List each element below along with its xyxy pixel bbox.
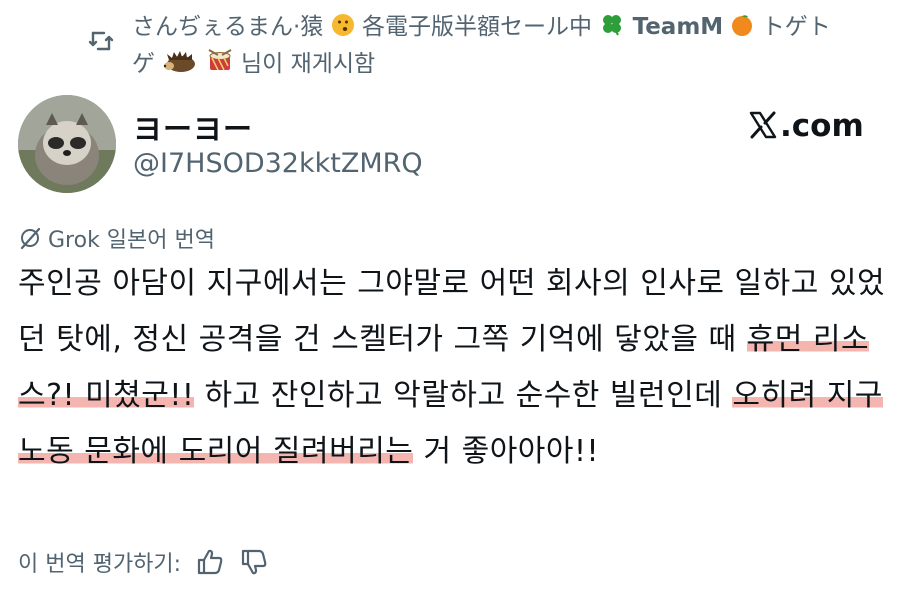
author-name[interactable]: ヨーヨー: [133, 106, 253, 148]
post-text-part-3: 거 좋아아아!!: [413, 434, 600, 469]
clover-emoji-icon: [599, 11, 625, 47]
post-text: 주인공 아담이 지구에서는 그야말로 어떤 회사의 인사로 일하고 있었던 탓에…: [18, 256, 888, 480]
tangerine-emoji-icon: [730, 13, 754, 47]
thumbs-down-icon[interactable]: [239, 547, 269, 577]
monkey-face-emoji-icon: [331, 13, 355, 47]
x-com-label: .com: [780, 108, 864, 144]
grok-icon: [20, 227, 41, 250]
x-com-link[interactable]: .com: [748, 106, 864, 144]
post-text-part-2: 하고 잔인하고 악랄하고 순수한 빌런인데: [194, 378, 733, 413]
repost-header: さんぢぇるまん·猿 各電子版半額セール中 TeamM トゲトゲ 님이 재게시함: [88, 10, 848, 84]
grok-translation-label: Grok 일본어 번역: [18, 222, 215, 254]
author-handle[interactable]: @I7HSOD32kktZMRQ: [133, 148, 423, 179]
repost-text[interactable]: さんぢぇるまん·猿 各電子版半額セール中 TeamM トゲトゲ 님이 재게시함: [132, 10, 848, 84]
repost-user-name-3: TeamM: [632, 14, 724, 40]
x-logo-icon: [749, 111, 777, 139]
raccoon-dog-avatar-image: [18, 95, 116, 193]
repost-user-name-2: 各電子版半額セール中: [361, 14, 592, 40]
reposted-label: 님이 재게시함: [240, 51, 376, 77]
hedgehog-emoji-icon: [162, 50, 198, 84]
rate-translation-row: 이 번역 평가하기:: [18, 546, 269, 578]
thumbs-up-icon[interactable]: [195, 547, 225, 577]
drum-emoji-icon: [206, 48, 234, 84]
repost-user-name: さんぢぇるまん·猿: [132, 14, 324, 40]
rate-translation-label: 이 번역 평가하기:: [18, 552, 182, 577]
translation-label: Grok 일본어 번역: [48, 228, 215, 253]
repost-icon: [88, 31, 114, 51]
avatar[interactable]: [18, 95, 116, 193]
